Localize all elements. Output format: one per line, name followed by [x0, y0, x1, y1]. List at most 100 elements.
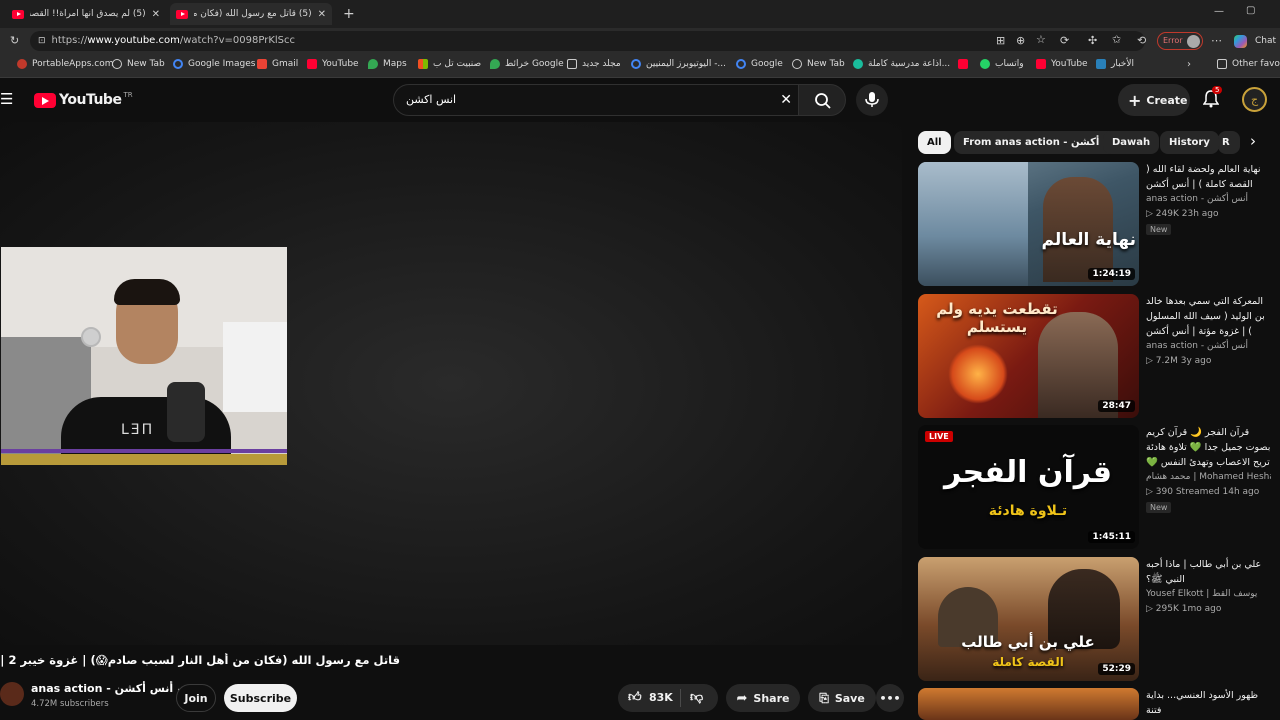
- globe-icon: [112, 59, 122, 69]
- app-available-icon[interactable]: ⊞: [996, 34, 1005, 47]
- join-button[interactable]: Join: [176, 684, 216, 712]
- thumbs-up-icon[interactable]: 👍︎: [628, 690, 642, 705]
- video-thumbnail[interactable]: [918, 688, 1139, 720]
- recommendation-title[interactable]: المعركة التي سمي بعدها خالد بن الوليد ( …: [1146, 294, 1271, 339]
- recommendation-item[interactable]: علي بن أبي طالب القصة كاملة 52:29 علي بن…: [918, 557, 1278, 685]
- chip-dawah[interactable]: Dawah: [1103, 131, 1160, 154]
- globe-icon: [792, 59, 802, 69]
- recommendation-title[interactable]: علي بن أبي طالب | ماذا أحبه النبي ﷺ؟: [1146, 557, 1271, 587]
- copilot-icon[interactable]: [1234, 35, 1247, 48]
- history-icon[interactable]: ⟲: [1137, 34, 1146, 47]
- favorite-star-icon[interactable]: ☆: [1036, 33, 1046, 46]
- refresh-extension-icon[interactable]: ⟳: [1060, 34, 1069, 47]
- like-count[interactable]: 83K: [649, 691, 673, 704]
- video-duration: 52:29: [1098, 663, 1135, 675]
- recommendation-meta-text: 390 Streamed 14h ago: [1155, 487, 1260, 497]
- chevron-right-icon[interactable]: ›: [1250, 132, 1256, 150]
- bookmark-item[interactable]: New Tab: [112, 59, 165, 69]
- menu-icon[interactable]: ☰: [0, 90, 13, 108]
- new-tab-icon[interactable]: +: [343, 6, 355, 22]
- profile-error-button[interactable]: Error: [1157, 32, 1203, 50]
- school-icon: [853, 59, 863, 69]
- video-thumbnail[interactable]: نهاية العالم 1:24:19: [918, 162, 1139, 286]
- bookmark-item[interactable]: اليوتيوبرز اليمنيين -...: [631, 59, 726, 69]
- bookmark-item[interactable]: YouTube: [1036, 59, 1088, 69]
- more-menu-icon[interactable]: ⋯: [1211, 34, 1222, 47]
- bookmark-item[interactable]: صنبيت تل ب: [418, 59, 481, 69]
- bookmark-item[interactable]: خرائط Google: [490, 59, 564, 69]
- channel-name[interactable]: anas action - أنس أكشن ✔: [31, 682, 185, 695]
- thumbs-down-icon[interactable]: 👎︎: [690, 690, 703, 705]
- youtube-logo[interactable]: YouTube TR: [34, 91, 133, 108]
- chat-label[interactable]: Chat: [1255, 36, 1276, 46]
- bookmark-item[interactable]: واتساب: [980, 59, 1024, 69]
- thumbnail-subtext: تـلاوة هادئة: [988, 503, 1068, 519]
- recommendation-item[interactable]: تقطعت يديه ولم يستسلم 28:47 المعركة التي…: [918, 294, 1278, 422]
- bookmark-item[interactable]: [958, 59, 973, 69]
- zoom-icon[interactable]: ⊕: [1016, 34, 1025, 47]
- bookmark-item[interactable]: Google: [736, 59, 783, 69]
- recommendation-channel[interactable]: anas action - أنس أكشن: [1146, 192, 1271, 207]
- bookmark-label: YouTube: [322, 59, 359, 69]
- video-thumbnail[interactable]: تقطعت يديه ولم يستسلم 28:47: [918, 294, 1139, 418]
- url-host: www.youtube.com: [87, 35, 180, 46]
- extensions-icon[interactable]: ✣: [1088, 34, 1097, 47]
- google-icon: [173, 59, 183, 69]
- site-info-icon[interactable]: ⊡: [38, 36, 46, 46]
- maximize-icon[interactable]: ▢: [1246, 5, 1255, 16]
- clear-search-icon[interactable]: ✕: [780, 85, 792, 115]
- bookmark-item[interactable]: الأخبار: [1096, 59, 1134, 69]
- url-input[interactable]: ⊡ https://www.youtube.com/watch?v=0098PrK…: [30, 31, 1145, 51]
- chevron-right-icon[interactable]: ›: [1187, 59, 1191, 70]
- portableapps-icon: [17, 59, 27, 69]
- recommendation-title[interactable]: قرآن الفجر 🌙 قرآن كريم بصوت جميل جدا 💚 ت…: [1146, 425, 1271, 470]
- browser-tab[interactable]: (5) لم يصدق أنها امرأة!! القصة الحقيقية …: [6, 3, 166, 25]
- save-button[interactable]: ⎘ Save: [808, 684, 876, 712]
- close-tab-icon[interactable]: ✕: [318, 9, 326, 20]
- recommendation-item[interactable]: LIVE قرآن الفجر تـلاوة هادئة 1:45:11 قرآ…: [918, 425, 1278, 553]
- subscribe-button[interactable]: Subscribe: [224, 684, 297, 712]
- news-icon: [1096, 59, 1106, 69]
- bookmark-item[interactable]: YouTube: [307, 59, 359, 69]
- chip-more[interactable]: R: [1218, 131, 1240, 154]
- account-avatar[interactable]: ج: [1242, 87, 1267, 112]
- bookmark-item[interactable]: Maps: [368, 59, 407, 69]
- search-icon: [815, 93, 831, 109]
- search-input[interactable]: انس اكشن ✕: [393, 84, 799, 116]
- thumbnail-text: علي بن أبي طالب: [961, 633, 1095, 651]
- create-button[interactable]: + Create: [1118, 84, 1190, 116]
- bookmark-item[interactable]: Gmail: [257, 59, 298, 69]
- minimize-icon[interactable]: —: [1214, 6, 1224, 17]
- voice-search-button[interactable]: [856, 84, 888, 116]
- notifications-button[interactable]: 5: [1202, 86, 1223, 112]
- bookmark-label: New Tab: [127, 59, 165, 69]
- bookmark-item[interactable]: مجلد جديد: [567, 59, 621, 69]
- recommendation-channel[interactable]: محمد هشام | Mohamed Hesham: [1146, 470, 1271, 485]
- favorites-icon[interactable]: ✩: [1112, 33, 1121, 46]
- close-tab-icon[interactable]: ✕: [152, 9, 160, 20]
- video-thumbnail[interactable]: LIVE قرآن الفجر تـلاوة هادئة 1:45:11: [918, 425, 1139, 549]
- share-button[interactable]: ➦ Share: [726, 684, 800, 712]
- recommendation-item[interactable]: نهاية العالم 1:24:19 نهاية العالم ولحضة …: [918, 162, 1278, 290]
- chip-all[interactable]: All: [918, 131, 951, 154]
- recommendation-title[interactable]: ظهور الأسود العنسي... بداية فتنة: [1146, 688, 1271, 718]
- more-actions-button[interactable]: •••: [876, 684, 904, 712]
- search-button[interactable]: [798, 84, 846, 116]
- recommendation-channel[interactable]: anas action - أنس أكشن: [1146, 339, 1271, 354]
- channel-avatar[interactable]: [0, 682, 24, 706]
- bookmark-item[interactable]: New Tab: [792, 59, 845, 69]
- windows-icon: [418, 59, 428, 69]
- other-favorites[interactable]: Other favorites: [1217, 59, 1280, 69]
- recommendation-title[interactable]: نهاية العالم ولحضة لقاء الله ( القصة كام…: [1146, 162, 1271, 192]
- bookmark-label: اذاعة مدرسية كاملة...: [868, 59, 951, 69]
- bookmark-item[interactable]: Google Images: [173, 59, 255, 69]
- chip-history[interactable]: History: [1160, 131, 1219, 154]
- video-thumbnail[interactable]: علي بن أبي طالب القصة كاملة 52:29: [918, 557, 1139, 681]
- reload-icon[interactable]: ↻: [10, 34, 19, 47]
- recommendation-channel[interactable]: Yousef Elkott | يوسف القط: [1146, 587, 1271, 602]
- bookmark-item[interactable]: اذاعة مدرسية كاملة...: [853, 59, 950, 69]
- browser-tab-active[interactable]: (5) قاتل مع رسول الله (فكان من أهل ✕: [170, 3, 332, 25]
- bookmark-item[interactable]: PortableApps.com: [17, 59, 113, 69]
- bookmark-label: Google: [751, 59, 783, 69]
- recommendation-item[interactable]: ظهور الأسود العنسي... بداية فتنة: [918, 688, 1278, 720]
